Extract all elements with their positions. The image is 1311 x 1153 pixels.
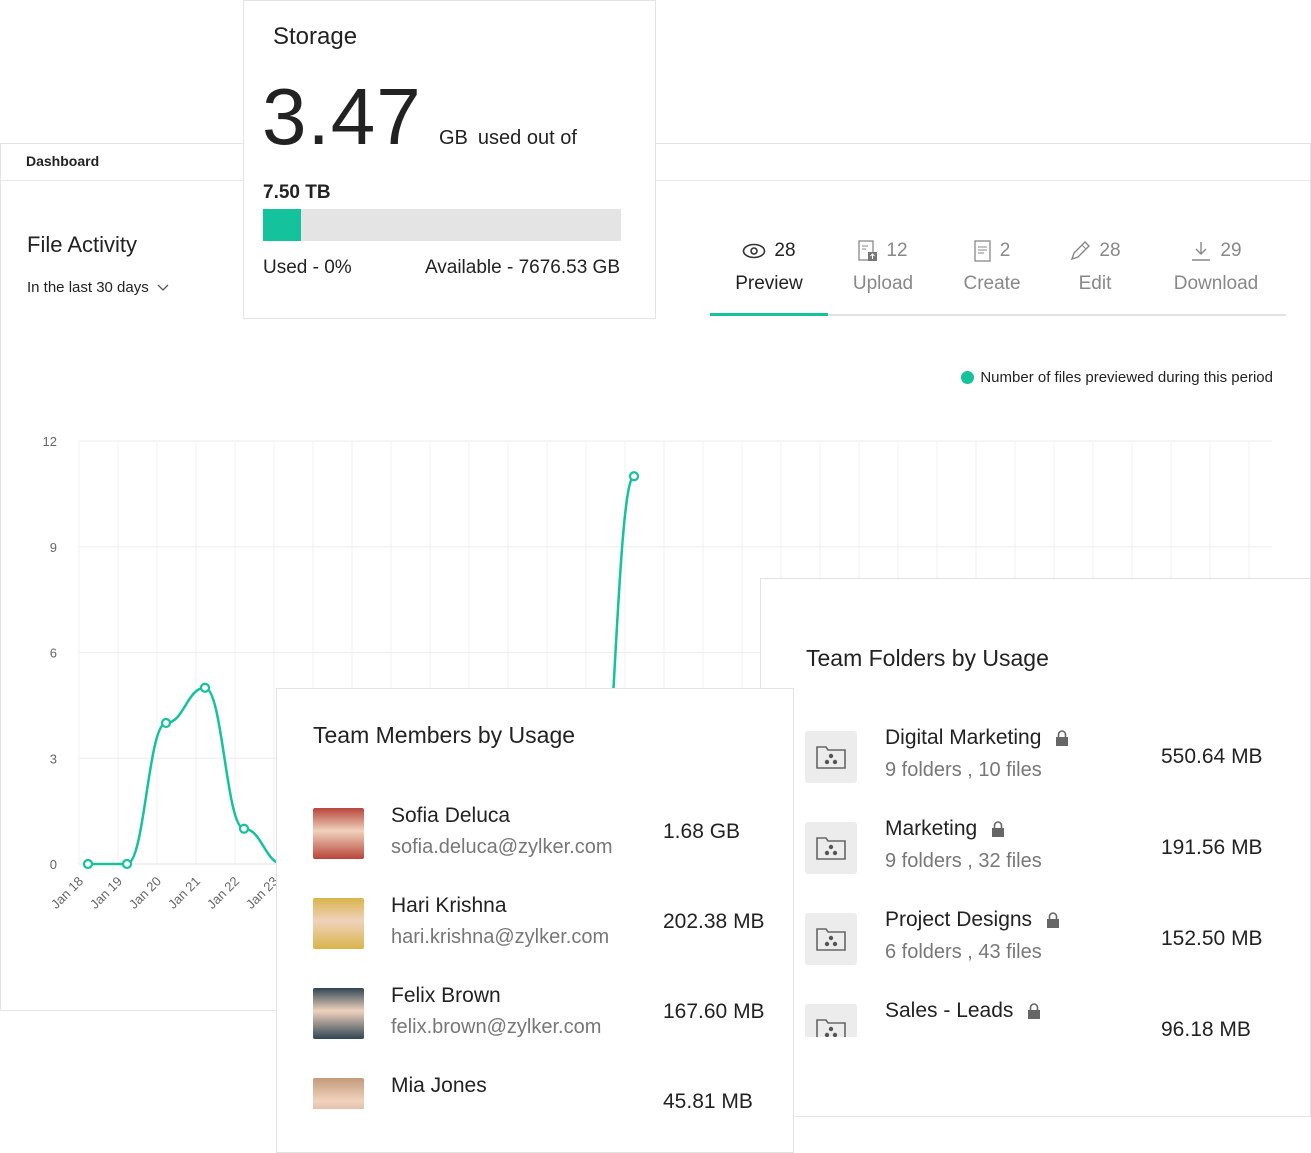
team-folders-title: Team Folders by Usage [806, 645, 1049, 671]
member-name: Hari Krishna [391, 894, 507, 917]
y-tick-label: 12 [43, 434, 57, 449]
member-name: Mia Jones [391, 1074, 487, 1097]
folder-thumbnail [805, 822, 857, 874]
member-row[interactable]: Felix Brown felix.brown@zylker.com 167.6… [277, 974, 795, 1064]
storage-card: Storage 3.47 GB used out of 7.50 TB Used… [243, 0, 656, 319]
storage-used-caption: GB used out of [439, 127, 577, 150]
y-tick-label: 0 [50, 857, 57, 872]
member-usage: 167.60 MB [663, 1000, 765, 1023]
folder-name: Digital Marketing [885, 726, 1042, 749]
avatar [313, 988, 364, 1039]
x-tick-label: Jan 18 [48, 874, 86, 912]
x-tick-label: Jan 20 [126, 874, 164, 912]
folder-thumbnail [805, 913, 857, 965]
team-folder-icon [816, 928, 846, 951]
avatar [313, 898, 364, 949]
folder-row[interactable]: Project Designs 6 folders , 43 files 152… [761, 901, 1311, 992]
folder-row[interactable]: Marketing 9 folders , 32 files 191.56 MB [761, 810, 1311, 901]
folder-thumbnail [805, 731, 857, 783]
member-row[interactable]: Hari Krishna hari.krishna@zylker.com 202… [277, 884, 795, 974]
member-name: Felix Brown [391, 984, 501, 1007]
member-email: hari.krishna@zylker.com [391, 926, 610, 948]
avatar [313, 1078, 364, 1109]
team-folder-icon [816, 837, 846, 860]
data-point [199, 682, 211, 693]
member-usage: 202.38 MB [663, 910, 765, 933]
x-tick-label: Jan 19 [87, 874, 125, 912]
team-folder-icon [816, 1019, 846, 1037]
storage-title: Storage [273, 23, 358, 50]
storage-used-text: used out of [477, 127, 577, 149]
folder-usage: 96.18 MB [1161, 1018, 1251, 1037]
folder-row[interactable]: Sales - Leads 96.18 MB [761, 992, 1311, 1037]
member-name: Sofia Deluca [391, 804, 511, 827]
member-row[interactable]: Mia Jones 45.81 MB [277, 1064, 795, 1109]
lock-icon [992, 821, 1005, 837]
storage-available-label: Available - 7676.53 GB [424, 257, 620, 278]
x-tick-label: Jan 21 [165, 874, 203, 912]
data-point [238, 823, 250, 834]
member-usage: 45.81 MB [663, 1090, 753, 1109]
folder-row[interactable]: Digital Marketing 9 folders , 10 files 5… [761, 719, 1311, 810]
storage-used-unit: GB [439, 127, 468, 149]
storage-progress-fill [263, 209, 301, 241]
y-tick-label: 6 [50, 646, 57, 661]
storage-used-label: Used - 0% [263, 257, 352, 278]
member-email: felix.brown@zylker.com [391, 1016, 602, 1038]
lock-icon [1028, 1003, 1041, 1019]
x-tick-label: Jan 22 [204, 874, 242, 912]
folder-usage: 152.50 MB [1161, 927, 1263, 950]
storage-used-value: 3.47 [262, 72, 422, 161]
team-folder-icon [816, 746, 846, 769]
data-point [628, 471, 640, 482]
team-folders-card: Team Folders by Usage Digital Marketing … [760, 578, 1311, 1117]
data-point [160, 717, 172, 729]
team-members-title: Team Members by Usage [313, 722, 576, 748]
folder-meta: 9 folders , 10 files [885, 759, 1042, 781]
member-email: sofia.deluca@zylker.com [391, 836, 613, 858]
folder-meta: 6 folders , 43 files [885, 941, 1042, 963]
folder-name: Project Designs [885, 908, 1033, 931]
folder-meta: 9 folders , 32 files [885, 850, 1042, 872]
lock-icon [1056, 730, 1069, 746]
data-point [82, 858, 94, 870]
storage-total: 7.50 TB [263, 182, 331, 203]
folder-thumbnail [805, 1004, 857, 1037]
folder-usage: 191.56 MB [1161, 836, 1263, 859]
folder-list: Digital Marketing 9 folders , 10 files 5… [761, 719, 1311, 1037]
member-row[interactable]: Sofia Deluca sofia.deluca@zylker.com 1.6… [277, 794, 795, 884]
folder-name: Marketing [885, 817, 978, 840]
member-list: Sofia Deluca sofia.deluca@zylker.com 1.6… [277, 794, 795, 1109]
data-point [121, 858, 133, 870]
team-members-card: Team Members by Usage Sofia Deluca sofia… [276, 688, 794, 1153]
y-tick-label: 3 [50, 751, 57, 766]
y-tick-label: 9 [50, 540, 57, 555]
avatar [313, 808, 364, 859]
member-usage: 1.68 GB [663, 820, 741, 843]
folder-name: Sales - Leads [885, 999, 1014, 1022]
lock-icon [1047, 912, 1060, 928]
folder-usage: 550.64 MB [1161, 745, 1263, 768]
storage-progress-bar [263, 209, 621, 241]
